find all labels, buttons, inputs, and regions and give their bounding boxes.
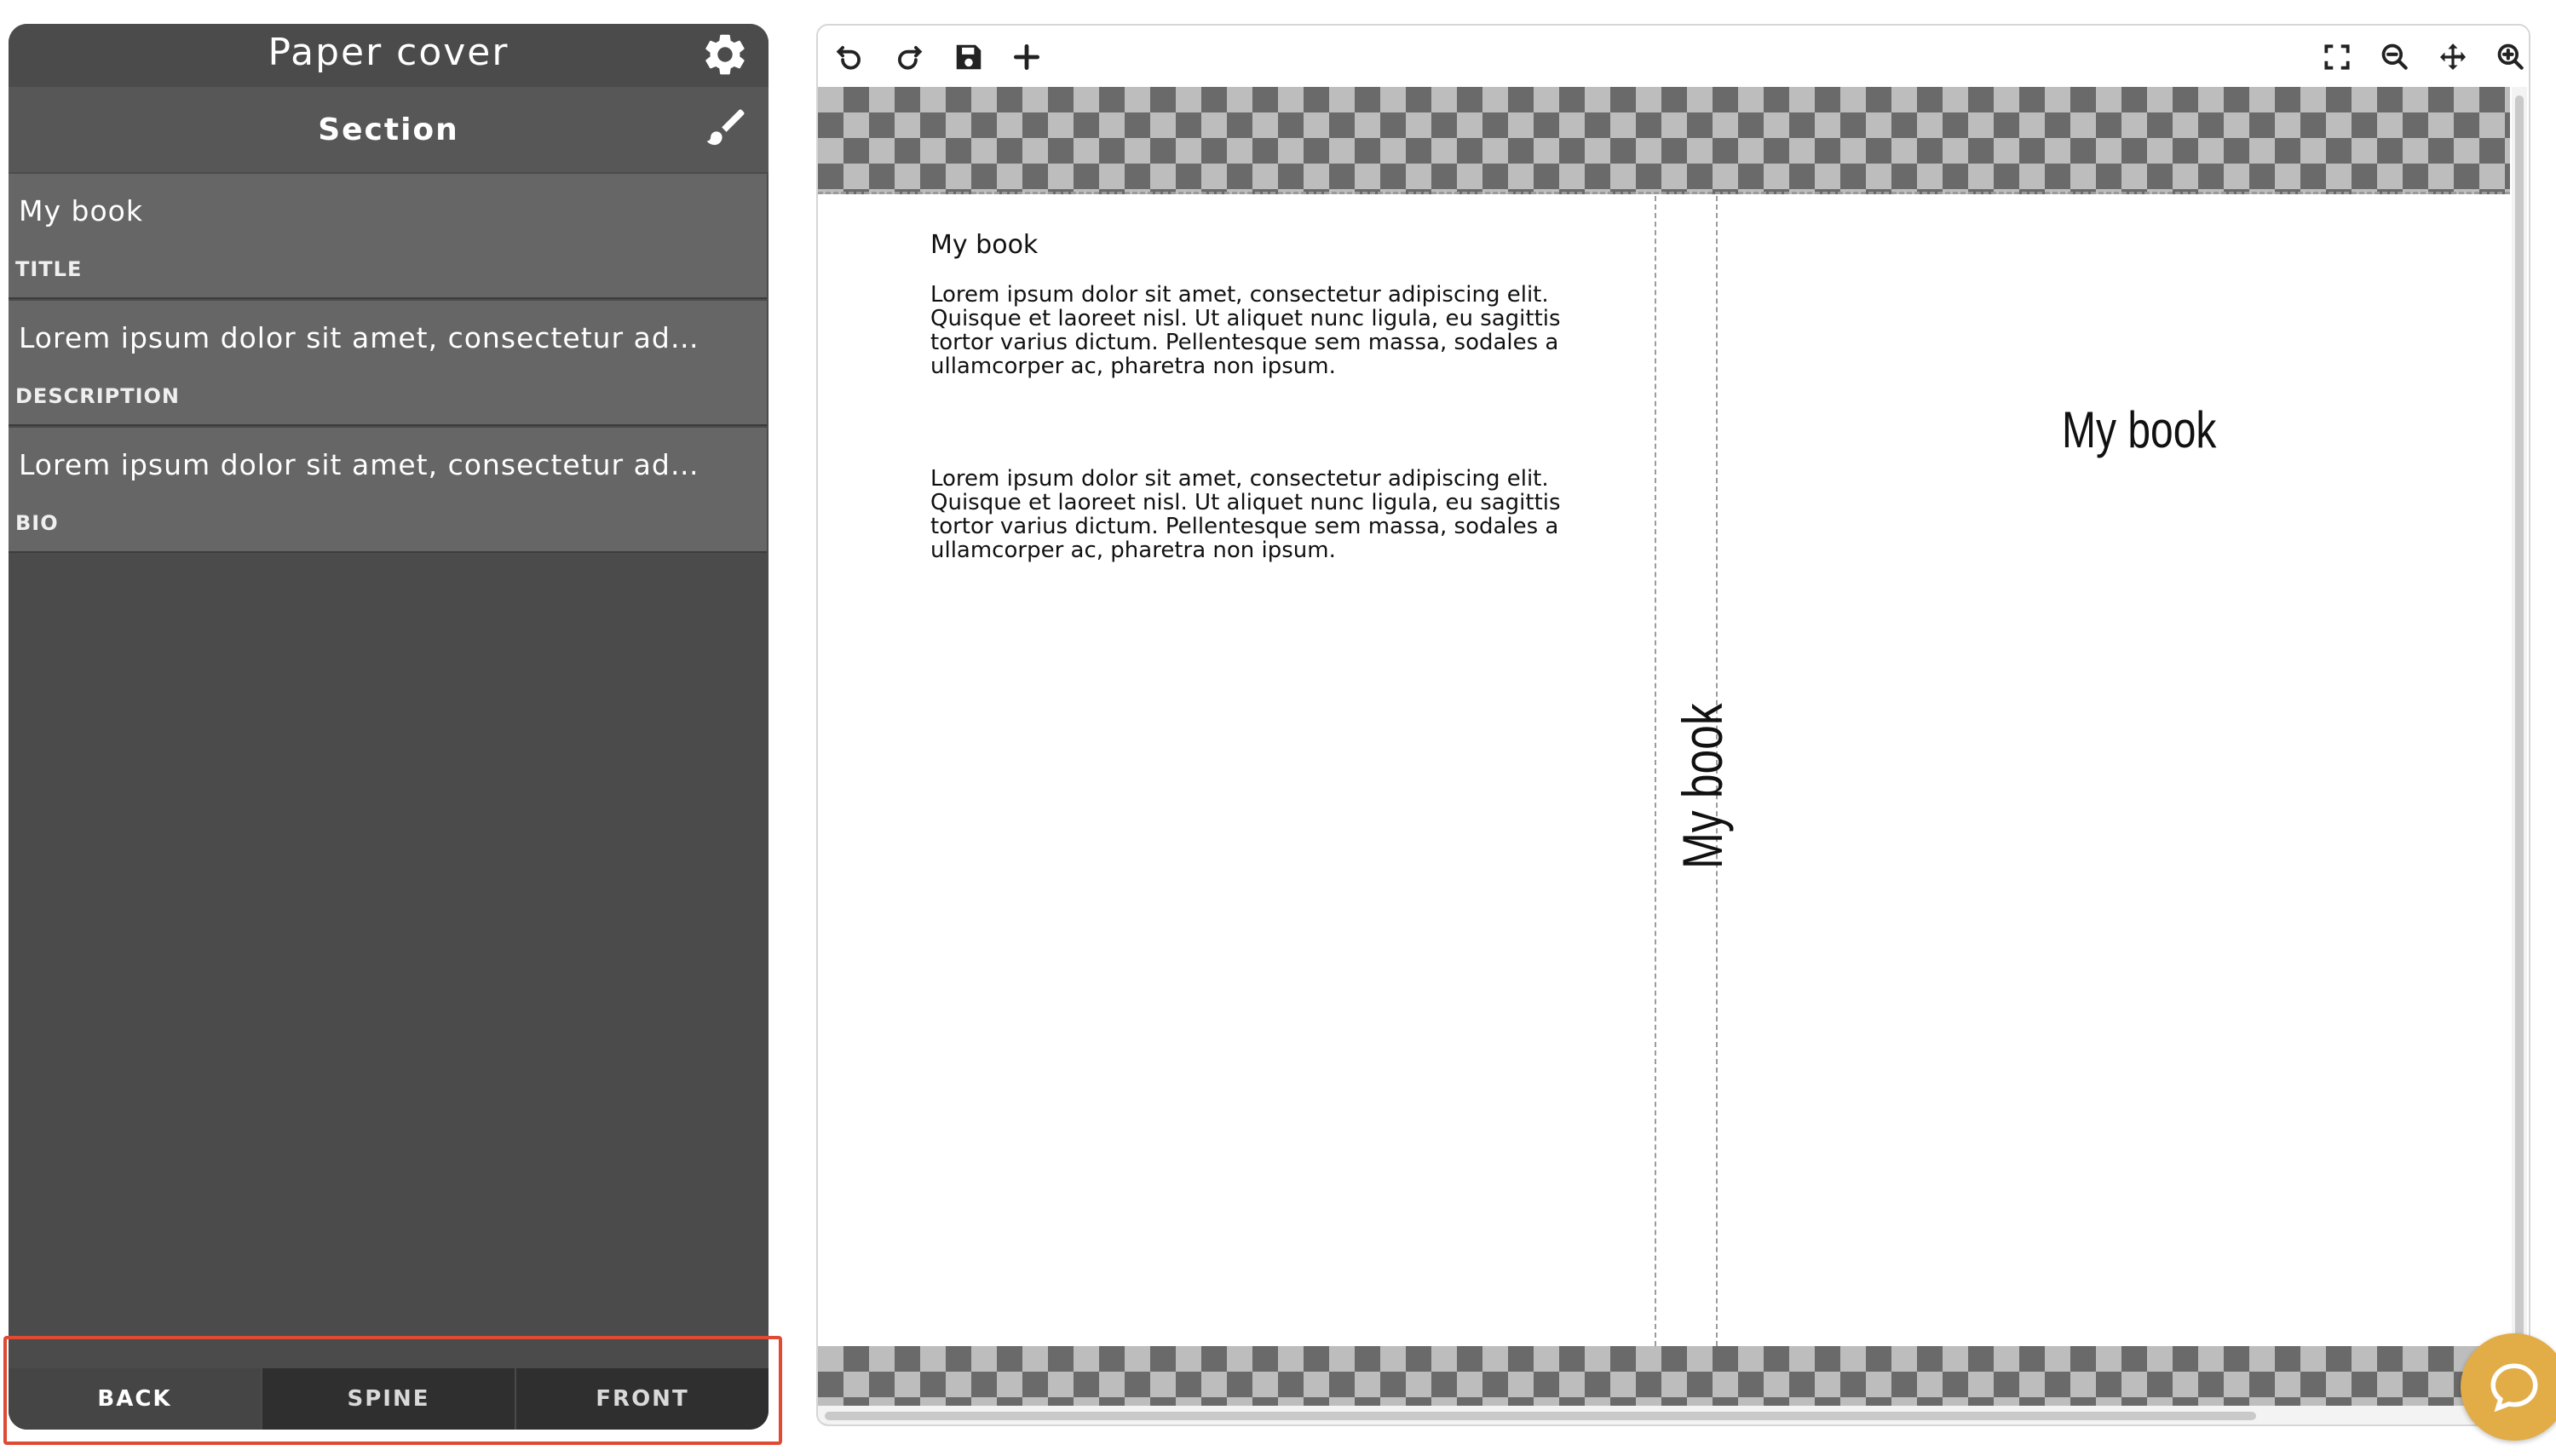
spine-guide-left [1655,196,1656,1346]
vertical-scrollbar-thumb[interactable] [2515,95,2524,1339]
cover-canvas[interactable]: My book Lorem ipsum dolor sit amet, cons… [818,196,2510,1346]
editor-toolbar [818,26,2529,83]
bio-field-value[interactable]: Lorem ipsum dolor sit amet, consectetur … [19,448,700,481]
gear-icon[interactable] [700,30,750,79]
back-cover-title[interactable]: My book [930,230,1038,260]
zoom-in-icon[interactable] [2495,41,2527,73]
undo-icon[interactable] [833,41,866,73]
horizontal-scrollbar-thumb[interactable] [825,1412,2256,1420]
spine-title[interactable]: My book [1670,703,1735,869]
title-field-label: TITLE [15,257,83,281]
cover-editor: My book Lorem ipsum dolor sit amet, cons… [816,24,2530,1426]
bleed-area-top [818,87,2510,194]
section-header: Section [9,87,769,172]
description-field-value[interactable]: Lorem ipsum dolor sit amet, consectetur … [19,321,700,354]
chat-bubble-icon [2490,1363,2538,1413]
title-field-value[interactable]: My book [19,194,700,227]
zoom-out-icon[interactable] [2379,41,2411,73]
title-field[interactable]: My book TITLE [9,174,767,299]
cover-settings-panel: Paper cover Section My book TITLE Lorem … [9,24,769,1430]
horizontal-scrollbar[interactable] [818,1406,2510,1424]
section-title: Section [318,112,459,147]
description-field[interactable]: Lorem ipsum dolor sit amet, consectetur … [9,301,767,426]
add-icon[interactable] [1010,41,1043,73]
back-cover-description[interactable]: Lorem ipsum dolor sit amet, consectetur … [930,283,1612,378]
panel-title: Paper cover [268,31,509,74]
vertical-scrollbar[interactable] [2512,87,2527,1365]
redo-icon[interactable] [893,41,925,73]
bio-field-label: BIO [15,511,59,535]
front-cover-title[interactable]: My book [2062,400,2216,459]
bio-field[interactable]: Lorem ipsum dolor sit amet, consectetur … [9,428,767,553]
back-cover-bio[interactable]: Lorem ipsum dolor sit amet, consectetur … [930,467,1612,562]
fullscreen-icon[interactable] [2321,41,2353,73]
move-icon[interactable] [2437,41,2469,73]
description-field-label: DESCRIPTION [15,384,181,408]
tabs-highlight-box [3,1336,782,1445]
save-icon[interactable] [953,41,985,73]
brush-icon[interactable] [702,106,748,152]
panel-header: Paper cover [9,24,769,85]
